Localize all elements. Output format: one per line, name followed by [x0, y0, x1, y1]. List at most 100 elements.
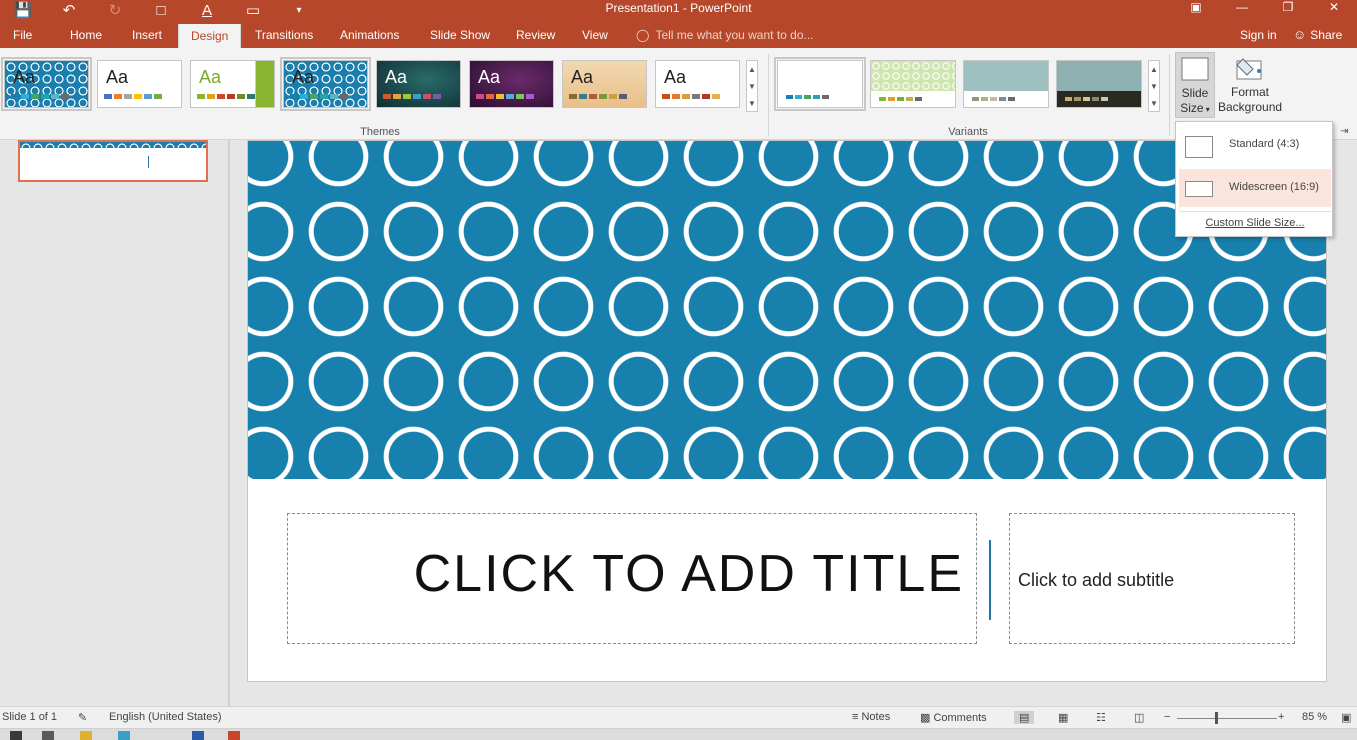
theme-color-bars [662, 94, 720, 99]
browser-icon[interactable] [118, 731, 130, 740]
slide-size-icon [1181, 57, 1209, 81]
slide-size-dropdown: Standard (4:3) Widescreen (16:9) Custom … [1175, 121, 1333, 237]
text-cursor [148, 156, 149, 168]
task-view-icon[interactable] [42, 731, 54, 740]
new-slide-icon[interactable]: ▭ [230, 3, 276, 18]
slide-size-button[interactable]: Slide Size ▾ [1175, 52, 1215, 118]
comments-icon: ▩ [920, 712, 934, 724]
group-separator [768, 54, 769, 136]
theme-thumbnail-retrospect[interactable]: Aa [280, 57, 371, 111]
variant-thumbnail-3[interactable] [963, 60, 1049, 108]
zoom-slider-handle[interactable] [1215, 712, 1218, 724]
notes-label: Notes [861, 711, 891, 723]
start-icon[interactable] [10, 731, 22, 740]
normal-view-icon[interactable]: ▤ [1014, 711, 1035, 724]
slide-show-view-icon[interactable]: ◫ [1134, 711, 1144, 724]
zoom-out-button[interactable]: − [1164, 711, 1170, 723]
notes-button[interactable]: ≡ Notes [852, 711, 890, 723]
tab-insert[interactable]: Insert [132, 22, 162, 48]
tab-review[interactable]: Review [516, 22, 555, 48]
chevron-down-icon: ▾ [1203, 105, 1210, 114]
powerpoint-taskbar-icon[interactable] [228, 731, 240, 740]
font-color-icon[interactable]: A [184, 3, 230, 18]
undo-icon[interactable]: ↶ [46, 3, 92, 18]
customize-qat-icon[interactable]: ▾ [276, 4, 322, 18]
tab-home[interactable]: Home [70, 22, 102, 48]
ribbon-display-icon[interactable]: ▣ [1173, 0, 1219, 16]
redo-icon[interactable]: ↻ [92, 3, 138, 18]
theme-color-bars [383, 94, 441, 99]
theme-aa-label: Aa [199, 67, 222, 87]
zoom-slider-track[interactable] [1177, 718, 1277, 719]
word-icon[interactable] [192, 731, 204, 740]
theme-thumbnail-office-pattern[interactable]: Aa [1, 57, 92, 111]
theme-color-bars [104, 94, 162, 99]
variants-gallery-scroll[interactable]: ▲ ▼ ▼ [1148, 60, 1160, 112]
slide-sorter-icon[interactable]: ▦ [1058, 711, 1068, 724]
slide-thumbnail-pane [0, 140, 229, 706]
format-background-button[interactable]: Format Background [1218, 52, 1282, 118]
theme-aa-label: Aa [571, 67, 594, 87]
present-from-beginning-icon[interactable]: □ [138, 3, 184, 18]
scroll-down-icon[interactable]: ▼ [1149, 78, 1159, 95]
scroll-down-icon[interactable]: ▼ [747, 78, 757, 95]
theme-aa-label: Aa [292, 67, 315, 87]
title-placeholder[interactable]: CLICK TO ADD TITLE [287, 513, 977, 644]
fit-to-window-icon[interactable]: ▣ [1341, 711, 1351, 724]
tab-slide-show[interactable]: Slide Show [430, 22, 490, 48]
zoom-in-button[interactable]: + [1278, 711, 1284, 723]
theme-aa-label: Aa [13, 67, 36, 87]
tell-me-box[interactable]: ◯ Tell me what you want to do... [636, 22, 814, 48]
scroll-up-icon[interactable]: ▲ [747, 61, 757, 78]
variant-thumbnail-4[interactable] [1056, 60, 1142, 108]
theme-color-bars [476, 94, 534, 99]
minimize-icon[interactable]: — [1219, 0, 1265, 16]
language-status[interactable]: English (United States) [109, 711, 222, 723]
tell-me-text: Tell me what you want to do... [655, 28, 814, 42]
tab-file[interactable]: File [13, 22, 32, 48]
more-gallery-icon[interactable]: ▼ [747, 95, 757, 112]
theme-thumbnail-office[interactable]: Aa [97, 60, 182, 108]
zoom-level[interactable]: 85 % [1302, 711, 1327, 723]
save-icon[interactable]: 💾 [0, 3, 46, 18]
tab-view[interactable]: View [582, 22, 608, 48]
comments-button[interactable]: ▩ Comments [920, 711, 987, 724]
themes-gallery-scroll[interactable]: ▲ ▼ ▼ [746, 60, 758, 112]
spelling-check-icon[interactable]: ✎ [78, 711, 87, 724]
variant-thumbnail-2[interactable] [870, 60, 956, 108]
variant-thumbnail-1[interactable] [774, 57, 866, 111]
close-icon[interactable]: ✕ [1311, 0, 1357, 16]
slide-size-standard-option[interactable]: Standard (4:3) [1179, 126, 1331, 164]
reading-view-icon[interactable]: ☷ [1096, 711, 1106, 724]
share-label: Share [1310, 28, 1343, 42]
title-placeholder-text: CLICK TO ADD TITLE [413, 545, 964, 603]
theme-aa-label: Aa [478, 67, 501, 87]
tab-transitions[interactable]: Transitions [255, 22, 313, 48]
file-explorer-icon[interactable] [80, 731, 92, 740]
sign-in-link[interactable]: Sign in [1240, 22, 1277, 48]
more-gallery-icon[interactable]: ▼ [1149, 95, 1159, 112]
theme-thumbnail-ion-boardroom[interactable]: Aa [469, 60, 554, 108]
scroll-up-icon[interactable]: ▲ [1149, 61, 1159, 78]
variant-color-bars [879, 97, 922, 101]
variant-color-bars [784, 93, 831, 101]
subtitle-placeholder[interactable]: Click to add subtitle [1009, 513, 1295, 644]
restore-down-icon[interactable]: ❐ [1265, 0, 1311, 16]
variant-color-bars [972, 97, 1015, 101]
standard-option-label: Standard (4:3) [1229, 138, 1300, 150]
tab-animations[interactable]: Animations [340, 22, 399, 48]
slide-size-widescreen-option[interactable]: Widescreen (16:9) [1179, 169, 1331, 207]
ribbon-design: Aa Aa Aa Aa Aa Aa Aa Aa ▲ ▼ ▼ Themes ▲ ▼… [0, 48, 1357, 140]
pin-ribbon-icon[interactable]: ⇥ [1340, 126, 1348, 137]
comments-label: Comments [933, 712, 987, 724]
slide-thumbnail-1[interactable] [18, 140, 208, 182]
custom-slide-size-option[interactable]: Custom Slide Size... [1176, 217, 1334, 229]
share-button[interactable]: ☺ Share [1293, 22, 1342, 48]
quick-access-toolbar: 💾 ↶ ↻ □ A ▭ ▾ [0, 0, 322, 22]
theme-color-bars [11, 94, 69, 99]
theme-thumbnail-facet[interactable]: Aa [190, 60, 275, 108]
theme-thumbnail-organic[interactable]: Aa [562, 60, 647, 108]
theme-thumbnail-slice[interactable]: Aa [655, 60, 740, 108]
theme-thumbnail-ion[interactable]: Aa [376, 60, 461, 108]
tab-design[interactable]: Design [178, 24, 242, 48]
